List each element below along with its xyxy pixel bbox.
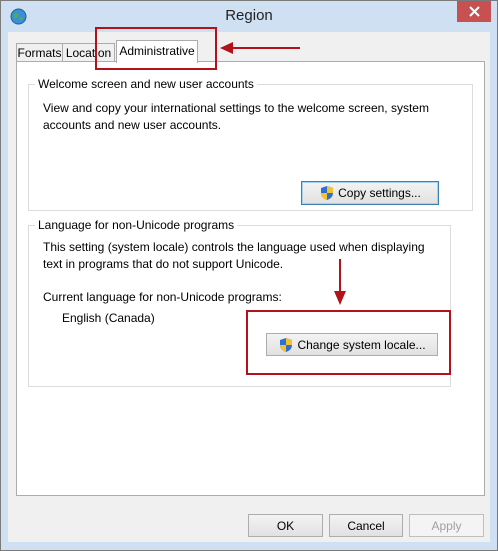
window-title: Region bbox=[225, 7, 273, 24]
title-bar[interactable]: Region bbox=[1, 1, 497, 32]
tab-administrative[interactable]: Administrative bbox=[116, 40, 198, 63]
non-unicode-description: This setting (system locale) controls th… bbox=[43, 240, 425, 271]
welcome-description: View and copy your international setting… bbox=[43, 101, 429, 132]
ok-button[interactable]: OK bbox=[248, 514, 323, 537]
copy-settings-button[interactable]: Copy settings... bbox=[301, 181, 439, 205]
current-language-value: English (Canada) bbox=[62, 311, 155, 325]
uac-shield-icon bbox=[321, 186, 334, 200]
group-title: Language for non-Unicode programs bbox=[35, 218, 238, 232]
copy-settings-label: Copy settings... bbox=[338, 186, 421, 200]
welcome-screen-group: Welcome screen and new user accounts Vie… bbox=[28, 77, 473, 211]
apply-label: Apply bbox=[431, 518, 462, 533]
cancel-button[interactable]: Cancel bbox=[329, 514, 403, 537]
annotation-arrow-left bbox=[220, 42, 300, 54]
close-button[interactable] bbox=[457, 1, 491, 22]
group-title: Welcome screen and new user accounts bbox=[35, 77, 257, 91]
ok-label: OK bbox=[276, 518, 295, 533]
apply-button[interactable]: Apply bbox=[409, 514, 484, 537]
annotation-highlight-change-locale bbox=[246, 310, 451, 375]
annotation-arrow-down bbox=[334, 259, 346, 305]
tab-label: Formats bbox=[17, 46, 62, 60]
close-icon bbox=[468, 6, 480, 17]
tab-label: Administrative bbox=[119, 44, 195, 58]
cancel-label: Cancel bbox=[347, 518, 385, 533]
region-window: Region Formats Location Administrative W… bbox=[0, 0, 498, 551]
administrative-tab-panel: Welcome screen and new user accounts Vie… bbox=[16, 61, 485, 496]
dialog-client-area: Formats Location Administrative Welcome … bbox=[8, 32, 490, 542]
current-language-label: Current language for non-Unicode program… bbox=[43, 290, 282, 304]
tab-formats[interactable]: Formats bbox=[16, 43, 63, 62]
